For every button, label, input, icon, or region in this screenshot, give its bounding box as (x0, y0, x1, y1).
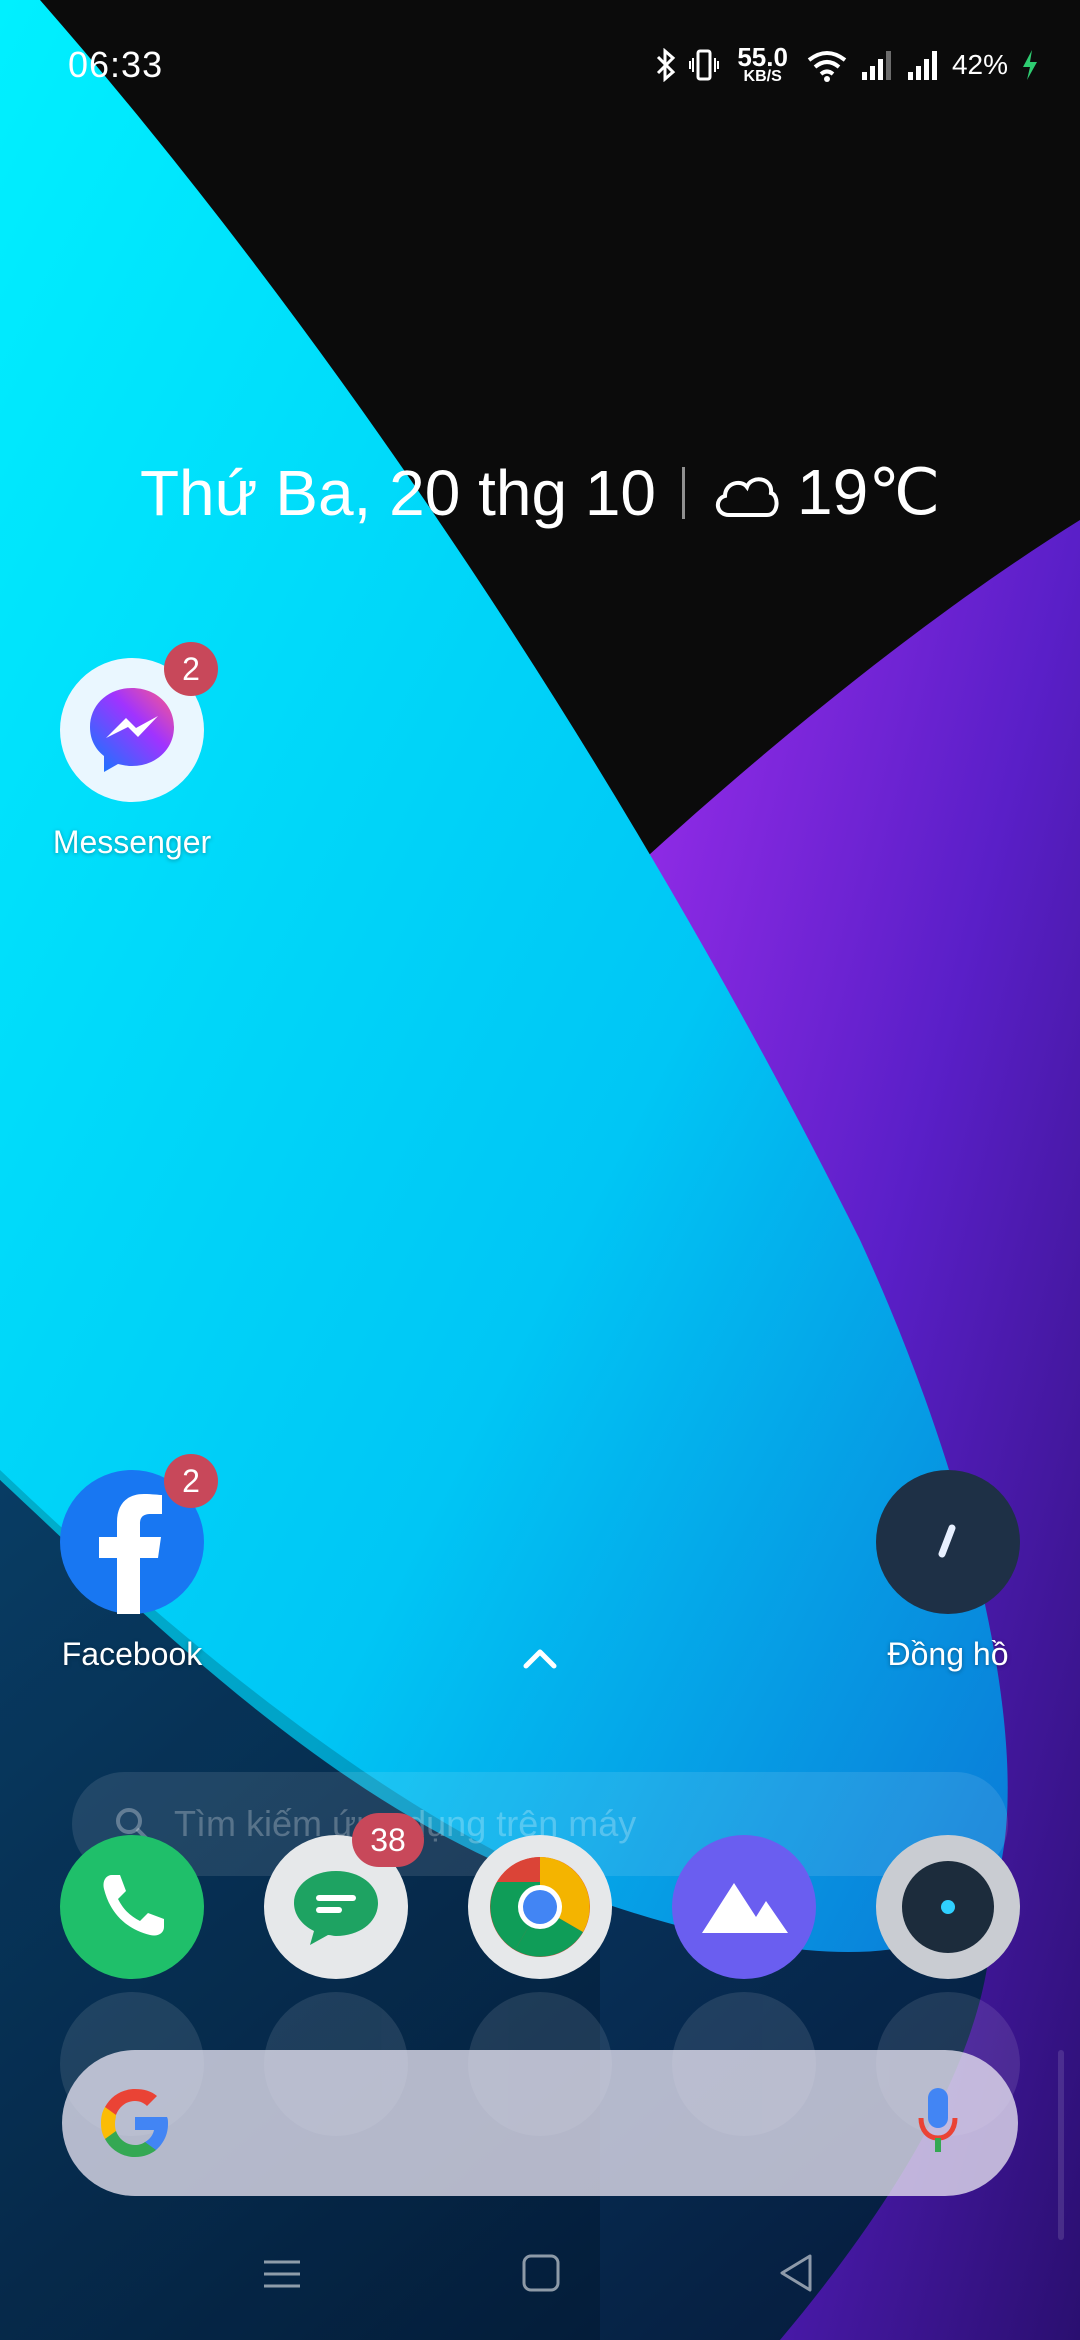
facebook-badge: 2 (164, 1454, 218, 1508)
app-facebook[interactable]: 2 Facebook (42, 1454, 222, 1673)
widget-weather: 19℃ (711, 455, 940, 530)
dock: 38 (0, 1813, 1080, 1979)
wallpaper (0, 0, 1080, 2340)
back-icon[interactable] (776, 2252, 816, 2294)
messenger-badge: 2 (164, 642, 218, 696)
recents-icon[interactable] (262, 2254, 302, 2294)
dock-gallery[interactable] (672, 1835, 816, 1979)
status-bar: 06:33 55.0 KB/S 42% (0, 0, 1080, 130)
dock-chrome[interactable] (468, 1835, 612, 1979)
scroll-indicator (1058, 2050, 1064, 2240)
dock-messages[interactable]: 38 (264, 1813, 424, 1979)
dock-phone[interactable] (60, 1835, 204, 1979)
chevron-up-icon[interactable] (516, 1640, 564, 1676)
date-weather-widget[interactable]: Thứ Ba, 20 thg 10 19℃ (0, 455, 1080, 530)
signal-icon (907, 51, 937, 80)
network-speed: 55.0 KB/S (737, 42, 788, 85)
bluetooth-icon (657, 48, 676, 82)
signal-icon (861, 51, 891, 80)
vibrate-icon (689, 49, 720, 81)
status-time: 06:33 (68, 44, 164, 85)
gallery-icon (702, 1883, 788, 1933)
facebook-icon: 2 (60, 1454, 218, 1614)
battery-percent: 42% (951, 49, 1008, 80)
navigation-bar (0, 2240, 1080, 2340)
widget-date: Thứ Ba, 20 thg 10 (139, 456, 656, 529)
clock-icon (876, 1470, 1020, 1614)
phone-icon (103, 1875, 164, 1936)
chrome-icon (490, 1857, 590, 1957)
battery-charging-icon (1023, 50, 1037, 80)
camera-icon (902, 1861, 994, 1953)
network-speed-unit: KB/S (743, 68, 782, 85)
messenger-label: Messenger (52, 824, 212, 860)
dock-camera[interactable] (876, 1835, 1020, 1979)
network-speed-value: 55.0 (737, 42, 788, 72)
clock-label: Đồng hồ (887, 1636, 1009, 1672)
google-search-bar[interactable] (62, 2050, 1018, 2196)
wifi-icon (807, 51, 847, 82)
google-g-icon (101, 2089, 168, 2157)
facebook-label: Facebook (61, 1636, 203, 1672)
messages-badge: 38 (352, 1813, 424, 1867)
messenger-icon: 2 (60, 642, 218, 802)
home-icon[interactable] (520, 2252, 562, 2294)
status-icons: 55.0 KB/S 42% (655, 42, 1040, 88)
widget-divider (682, 466, 685, 519)
app-messenger[interactable]: 2 Messenger (42, 642, 222, 861)
widget-temperature: 19℃ (797, 456, 941, 528)
mic-icon[interactable] (916, 2086, 960, 2160)
cloudy-icon (716, 476, 779, 517)
app-clock[interactable]: Đồng hồ (858, 1470, 1038, 1673)
